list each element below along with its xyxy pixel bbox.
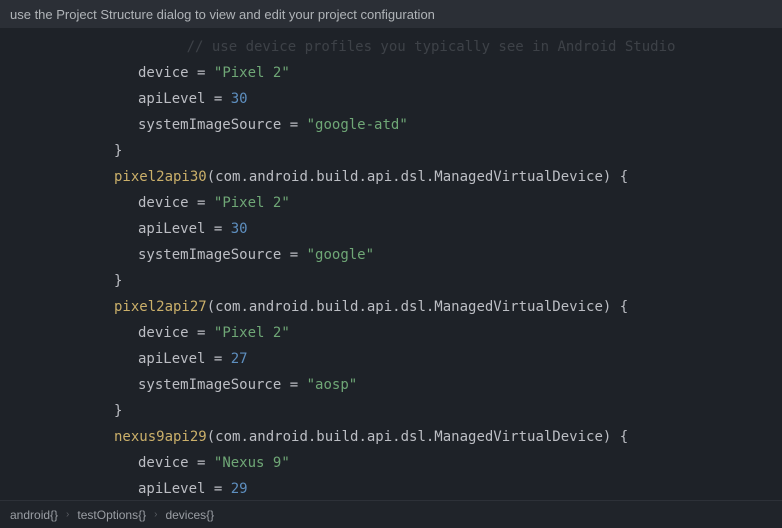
breadcrumb-item[interactable]: testOptions{} (77, 508, 146, 522)
code-line: apiLevel = 29 (18, 476, 782, 500)
code-line: apiLevel = 27 (18, 346, 782, 372)
code-editor[interactable]: // use device profiles you typically see… (0, 28, 782, 500)
notification-bar[interactable]: use the Project Structure dialog to view… (0, 0, 782, 28)
code-line: pixel2api27(com.android.build.api.dsl.Ma… (18, 294, 782, 320)
gutter (0, 28, 18, 500)
code-line: device = "Pixel 2" (18, 190, 782, 216)
chevron-right-icon: › (66, 509, 69, 520)
code-line: device = "Nexus 9" (18, 450, 782, 476)
chevron-right-icon: › (154, 509, 157, 520)
code-line: // use device profiles you typically see… (18, 34, 782, 60)
code-line: systemImageSource = "aosp" (18, 372, 782, 398)
breadcrumb-item[interactable]: devices{} (165, 508, 214, 522)
code-line: systemImageSource = "google" (18, 242, 782, 268)
code-line: } (18, 398, 782, 424)
breadcrumb-item[interactable]: android{} (10, 508, 58, 522)
code-line: apiLevel = 30 (18, 86, 782, 112)
code-line: systemImageSource = "google-atd" (18, 112, 782, 138)
code-line: apiLevel = 30 (18, 216, 782, 242)
code-line: nexus9api29(com.android.build.api.dsl.Ma… (18, 424, 782, 450)
code-line: device = "Pixel 2" (18, 320, 782, 346)
code-line: } (18, 268, 782, 294)
code-line: } (18, 138, 782, 164)
code-body[interactable]: // use device profiles you typically see… (18, 28, 782, 500)
breadcrumbs: android{} › testOptions{} › devices{} (0, 500, 782, 528)
code-line: pixel2api30(com.android.build.api.dsl.Ma… (18, 164, 782, 190)
notification-text: use the Project Structure dialog to view… (10, 7, 435, 22)
code-line: device = "Pixel 2" (18, 60, 782, 86)
